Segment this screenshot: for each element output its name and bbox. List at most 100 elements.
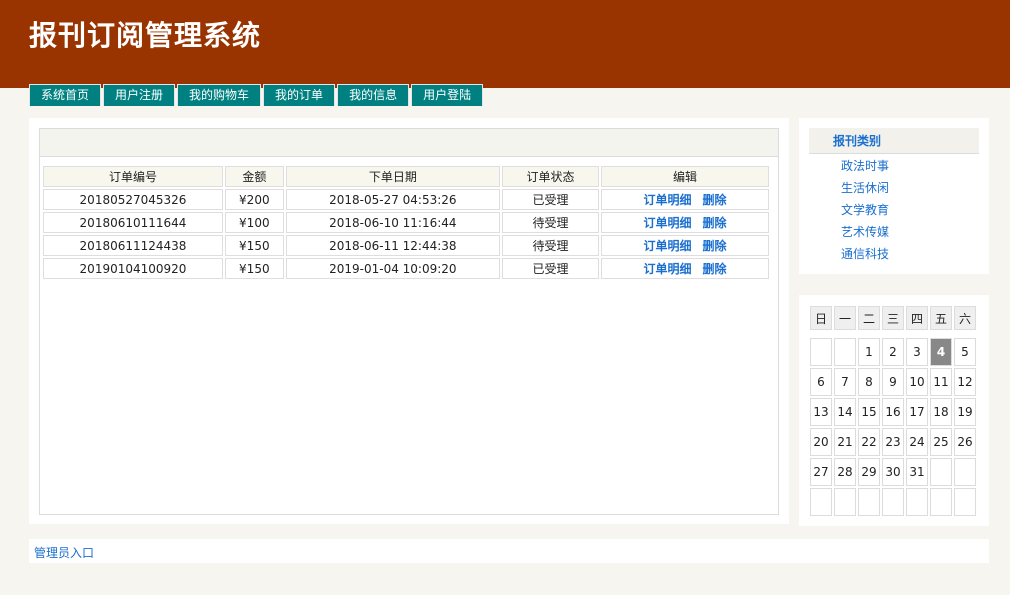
col-edit: 编辑 xyxy=(601,166,769,187)
calendar-week-row: 13 14 15 16 17 18 19 xyxy=(810,398,976,426)
calendar-day[interactable]: 6 xyxy=(810,368,832,396)
calendar-empty-cell xyxy=(954,458,976,486)
calendar-empty-cell xyxy=(834,338,856,366)
calendar-day[interactable]: 25 xyxy=(930,428,952,456)
calendar-empty-cell xyxy=(882,488,904,516)
calendar-day[interactable]: 4 xyxy=(930,338,952,366)
category-list: 政法时事 生活休闲 文学教育 艺术传媒 通信科技 xyxy=(841,155,889,265)
calendar-day[interactable]: 27 xyxy=(810,458,832,486)
order-actions: 订单明细 删除 xyxy=(601,235,769,256)
calendar-day[interactable]: 30 xyxy=(882,458,904,486)
nav-cart[interactable]: 我的购物车 xyxy=(177,84,262,106)
calendar-day[interactable]: 16 xyxy=(882,398,904,426)
calendar-day[interactable]: 8 xyxy=(858,368,880,396)
calendar-empty-cell xyxy=(810,338,832,366)
calendar-empty-cell xyxy=(810,488,832,516)
calendar-day[interactable]: 19 xyxy=(954,398,976,426)
col-amount: 金额 xyxy=(225,166,284,187)
weekday-sun: 日 xyxy=(810,306,832,330)
calendar-day[interactable]: 22 xyxy=(858,428,880,456)
category-item-politics[interactable]: 政法时事 xyxy=(841,155,889,177)
order-status: 已受理 xyxy=(502,189,600,210)
calendar-day[interactable]: 31 xyxy=(906,458,928,486)
calendar-day[interactable]: 18 xyxy=(930,398,952,426)
admin-entry-link[interactable]: 管理员入口 xyxy=(34,544,94,561)
calendar-days: 1 2 3 4 5 6 7 8 9 10 11 12 13 14 15 16 17 18 19 20 21 22 23 24 2… xyxy=(810,332,976,516)
calendar-day[interactable]: 26 xyxy=(954,428,976,456)
nav-my-info[interactable]: 我的信息 xyxy=(337,84,410,106)
calendar-day[interactable]: 28 xyxy=(834,458,856,486)
calendar-day[interactable]: 7 xyxy=(834,368,856,396)
table-row: 20180611124438 ¥150 2018-06-11 12:44:38 … xyxy=(43,235,769,256)
calendar-day[interactable]: 21 xyxy=(834,428,856,456)
calendar-day[interactable]: 15 xyxy=(858,398,880,426)
category-item-lifestyle[interactable]: 生活休闲 xyxy=(841,177,889,199)
order-detail-link[interactable]: 订单明细 xyxy=(644,216,692,230)
calendar-empty-cell xyxy=(834,488,856,516)
calendar-day[interactable]: 13 xyxy=(810,398,832,426)
calendar-empty-cell xyxy=(906,488,928,516)
category-item-tech[interactable]: 通信科技 xyxy=(841,243,889,265)
calendar-day[interactable]: 14 xyxy=(834,398,856,426)
nav-my-orders[interactable]: 我的订单 xyxy=(263,84,336,106)
calendar-spacer-cell xyxy=(810,332,976,336)
nav-login[interactable]: 用户登陆 xyxy=(411,84,484,106)
header: 报刊订阅管理系统 xyxy=(0,0,1010,88)
site-title: 报刊订阅管理系统 xyxy=(29,19,262,52)
calendar-day[interactable]: 12 xyxy=(954,368,976,396)
calendar-week-row: 12345 xyxy=(810,338,976,366)
nav-home[interactable]: 系统首页 xyxy=(29,84,102,106)
col-order-status: 订单状态 xyxy=(502,166,600,187)
order-id: 20180611124438 xyxy=(43,235,223,256)
calendar-day[interactable]: 20 xyxy=(810,428,832,456)
order-amount: ¥200 xyxy=(225,189,284,210)
calendar-day[interactable]: 2 xyxy=(882,338,904,366)
calendar-week-row xyxy=(810,488,976,516)
order-actions: 订单明细 删除 xyxy=(601,212,769,233)
order-delete-link[interactable]: 删除 xyxy=(703,193,727,207)
calendar-empty-cell xyxy=(954,488,976,516)
col-order-id: 订单编号 xyxy=(43,166,223,187)
calendar-spacer xyxy=(810,332,976,336)
nav-register[interactable]: 用户注册 xyxy=(103,84,176,106)
order-id: 20190104100920 xyxy=(43,258,223,279)
col-order-date: 下单日期 xyxy=(285,166,501,187)
calendar-day[interactable]: 23 xyxy=(882,428,904,456)
calendar-day[interactable]: 1 xyxy=(858,338,880,366)
calendar-day[interactable]: 24 xyxy=(906,428,928,456)
order-status: 已受理 xyxy=(502,258,600,279)
order-delete-link[interactable]: 删除 xyxy=(703,239,727,253)
calendar-day[interactable]: 5 xyxy=(954,338,976,366)
category-title: 报刊类别 xyxy=(809,128,979,154)
order-delete-link[interactable]: 删除 xyxy=(703,262,727,276)
order-actions: 订单明细 删除 xyxy=(601,189,769,210)
calendar-weekday-row: 日 一 二 三 四 五 六 xyxy=(810,306,976,330)
calendar-empty-cell xyxy=(858,488,880,516)
order-delete-link[interactable]: 删除 xyxy=(703,216,727,230)
calendar-day[interactable]: 3 xyxy=(906,338,928,366)
calendar-week-row: 20 21 22 23 24 25 26 xyxy=(810,428,976,456)
order-status: 待受理 xyxy=(502,212,600,233)
orders-table: 订单编号 金额 下单日期 订单状态 编辑 20180527045326 ¥200… xyxy=(41,164,771,281)
weekday-mon: 一 xyxy=(834,306,856,330)
calendar-day[interactable]: 9 xyxy=(882,368,904,396)
orders-panel: 订单编号 金额 下单日期 订单状态 编辑 20180527045326 ¥200… xyxy=(29,118,789,524)
order-detail-link[interactable]: 订单明细 xyxy=(644,262,692,276)
calendar-day[interactable]: 11 xyxy=(930,368,952,396)
calendar-day[interactable]: 17 xyxy=(906,398,928,426)
calendar-day[interactable]: 29 xyxy=(858,458,880,486)
order-detail-link[interactable]: 订单明细 xyxy=(644,239,692,253)
weekday-thu: 四 xyxy=(906,306,928,330)
weekday-fri: 五 xyxy=(930,306,952,330)
category-item-literature[interactable]: 文学教育 xyxy=(841,199,889,221)
order-amount: ¥150 xyxy=(225,235,284,256)
table-row: 20180527045326 ¥200 2018-05-27 04:53:26 … xyxy=(43,189,769,210)
category-panel: 报刊类别 政法时事 生活休闲 文学教育 艺术传媒 通信科技 xyxy=(799,118,989,274)
orders-header-row: 订单编号 金额 下单日期 订单状态 编辑 xyxy=(43,166,769,187)
order-date: 2018-05-27 04:53:26 xyxy=(285,189,501,210)
calendar-panel: 日 一 二 三 四 五 六 1 2 3 4 5 6 7 8 9 10 11 12 13 14 15 16 17 1… xyxy=(799,295,989,526)
order-date: 2018-06-10 11:16:44 xyxy=(285,212,501,233)
calendar-day[interactable]: 10 xyxy=(906,368,928,396)
order-detail-link[interactable]: 订单明细 xyxy=(644,193,692,207)
category-item-arts[interactable]: 艺术传媒 xyxy=(841,221,889,243)
